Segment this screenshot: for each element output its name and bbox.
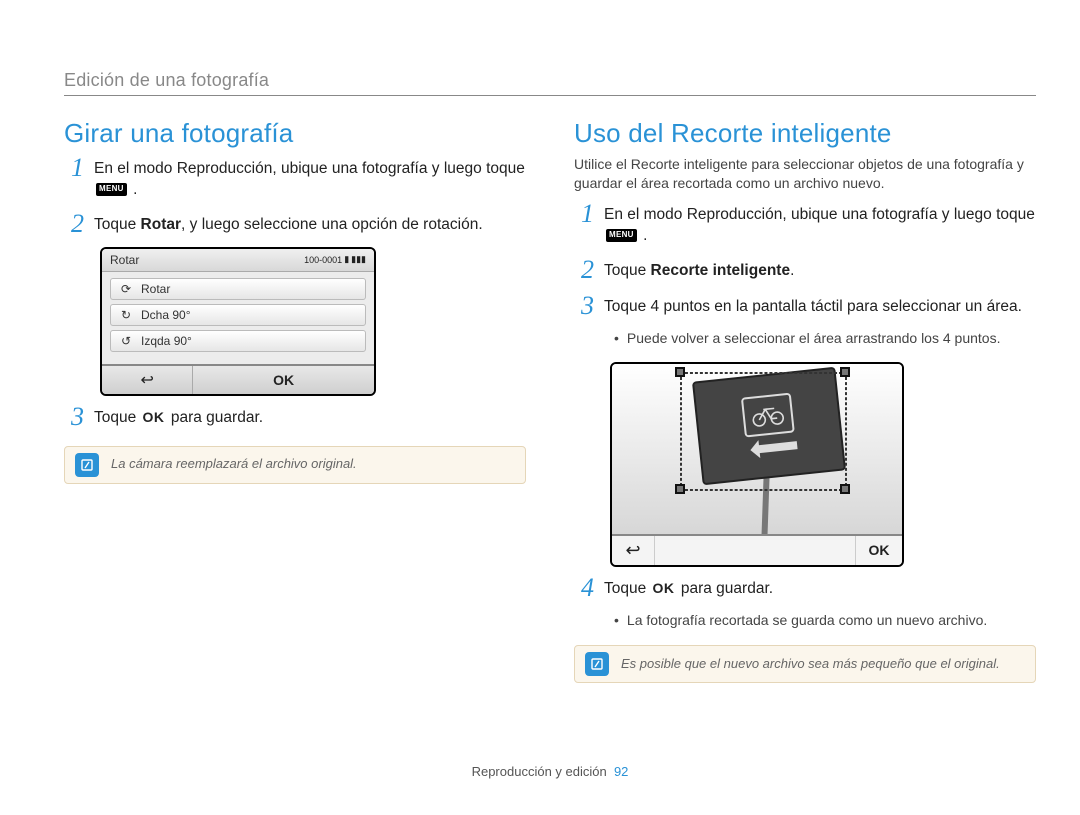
heading-crop: Uso del Recorte inteligente — [574, 118, 1036, 149]
screen-title: Rotar — [110, 253, 304, 267]
ok-button[interactable]: OK — [192, 366, 374, 394]
rotate-right-icon: ↻ — [119, 308, 133, 322]
step-num: 2 — [574, 257, 594, 283]
back-button[interactable]: ↩ — [102, 366, 192, 394]
step-text: . — [643, 227, 647, 244]
menu-icon: MENU — [96, 183, 127, 196]
menu-icon: MENU — [606, 229, 637, 242]
rotar-bold: Rotar — [141, 216, 181, 233]
ok-inline-label: OK — [143, 408, 165, 427]
step-num: 3 — [64, 404, 84, 430]
step-4-right: 4 Toque OK para guardar. — [574, 575, 1036, 601]
step-1-right: 1 En el modo Reproducción, ubique una fo… — [574, 201, 1036, 247]
bicycle-icon — [741, 392, 795, 437]
ok-button[interactable]: OK — [855, 536, 902, 565]
page-footer: Reproducción y edición 92 — [64, 764, 1036, 779]
left-column: Girar una fotografía 1 En el modo Reprod… — [64, 118, 526, 699]
step-2-right: 2 Toque Recorte inteligente. — [574, 257, 1036, 283]
street-sign — [692, 366, 846, 484]
footer-section: Reproducción y edición — [472, 764, 607, 779]
card-icon: ▮ — [344, 254, 349, 265]
rotate-off-icon: ⟳ — [119, 282, 133, 296]
step-text: Toque — [94, 409, 141, 426]
step-2-left: 2 Toque Rotar, y luego seleccione una op… — [64, 211, 526, 237]
crop-edge — [845, 372, 847, 491]
spacer — [655, 536, 855, 565]
rotate-options: ⟳ Rotar ↻ Dcha 90° ↺ Izqda 90° — [102, 272, 374, 364]
step-3-bullet: Puede volver a seleccionar el área arras… — [614, 329, 1036, 348]
info-icon — [585, 652, 609, 676]
step-text: . — [133, 181, 137, 198]
left-arrow-icon — [741, 435, 803, 459]
callout-text: La cámara reemplazará el archivo origina… — [111, 456, 357, 473]
heading-rotate: Girar una fotografía — [64, 118, 526, 149]
screen-header: Rotar 100-0001 ▮ ▮▮▮ — [102, 249, 374, 272]
crop-edge — [680, 489, 842, 491]
rotate-option-left[interactable]: ↺ Izqda 90° — [110, 330, 366, 352]
step-text: En el modo Reproducción, ubique una foto… — [604, 206, 1035, 223]
info-icon — [75, 453, 99, 477]
divider — [64, 95, 1036, 96]
crop-edge — [680, 372, 682, 491]
crop-edge — [680, 372, 842, 374]
breadcrumb: Edición de una fotografía — [64, 70, 1036, 91]
ok-inline-label: OK — [653, 579, 675, 598]
callout-right: Es posible que el nuevo archivo sea más … — [574, 645, 1036, 683]
step-num: 4 — [574, 575, 594, 601]
callout-text: Es posible que el nuevo archivo sea más … — [621, 656, 1000, 673]
step-num: 1 — [64, 155, 84, 201]
step-num: 1 — [574, 201, 594, 247]
crop-handle-tl[interactable] — [675, 367, 685, 377]
intro-text: Utilice el Recorte inteligente para sele… — [574, 155, 1036, 193]
step-text: En el modo Reproducción, ubique una foto… — [94, 160, 525, 177]
step-3-left: 3 Toque OK para guardar. — [64, 404, 526, 430]
step-text: . — [790, 262, 794, 279]
step-text: Toque 4 puntos en la pantalla táctil par… — [604, 298, 1022, 315]
rotate-option-label: Rotar — [141, 282, 170, 296]
step-3-right: 3 Toque 4 puntos en la pantalla táctil p… — [574, 293, 1036, 319]
rotate-option-label: Dcha 90° — [141, 308, 191, 322]
crop-handle-bl[interactable] — [675, 484, 685, 494]
screen-footer: ↩ OK — [612, 534, 902, 565]
file-counter: 100-0001 — [304, 255, 342, 265]
smart-crop-bold: Recorte inteligente — [651, 262, 791, 279]
step-num: 2 — [64, 211, 84, 237]
rotate-option-none[interactable]: ⟳ Rotar — [110, 278, 366, 300]
rotate-option-right[interactable]: ↻ Dcha 90° — [110, 304, 366, 326]
crop-canvas[interactable] — [612, 364, 902, 534]
rotate-left-icon: ↺ — [119, 334, 133, 348]
step-text: Toque — [604, 262, 651, 279]
callout-left: La cámara reemplazará el archivo origina… — [64, 446, 526, 484]
step-text: , y luego seleccione una opción de rotac… — [181, 216, 483, 233]
rotate-option-label: Izqda 90° — [141, 334, 192, 348]
page-number: 92 — [614, 764, 628, 779]
crop-handle-tr[interactable] — [840, 367, 850, 377]
step-1-left: 1 En el modo Reproducción, ubique una fo… — [64, 155, 526, 201]
back-button[interactable]: ↩ — [612, 536, 655, 565]
step-text: para guardar. — [677, 580, 774, 597]
rotate-screen-illustration: Rotar 100-0001 ▮ ▮▮▮ ⟳ Rotar ↻ Dcha 90° — [100, 247, 376, 396]
screen-footer: ↩ OK — [102, 364, 374, 394]
step-text: para guardar. — [167, 409, 264, 426]
step-num: 3 — [574, 293, 594, 319]
right-column: Uso del Recorte inteligente Utilice el R… — [574, 118, 1036, 699]
battery-icon: ▮▮▮ — [351, 254, 366, 265]
status-bar: 100-0001 ▮ ▮▮▮ — [304, 254, 366, 265]
step-4-bullet: La fotografía recortada se guarda como u… — [614, 611, 1036, 630]
crop-screen-illustration: ↩ OK — [610, 362, 904, 567]
crop-handle-br[interactable] — [840, 484, 850, 494]
step-text: Toque — [94, 216, 141, 233]
step-text: Toque — [604, 580, 651, 597]
